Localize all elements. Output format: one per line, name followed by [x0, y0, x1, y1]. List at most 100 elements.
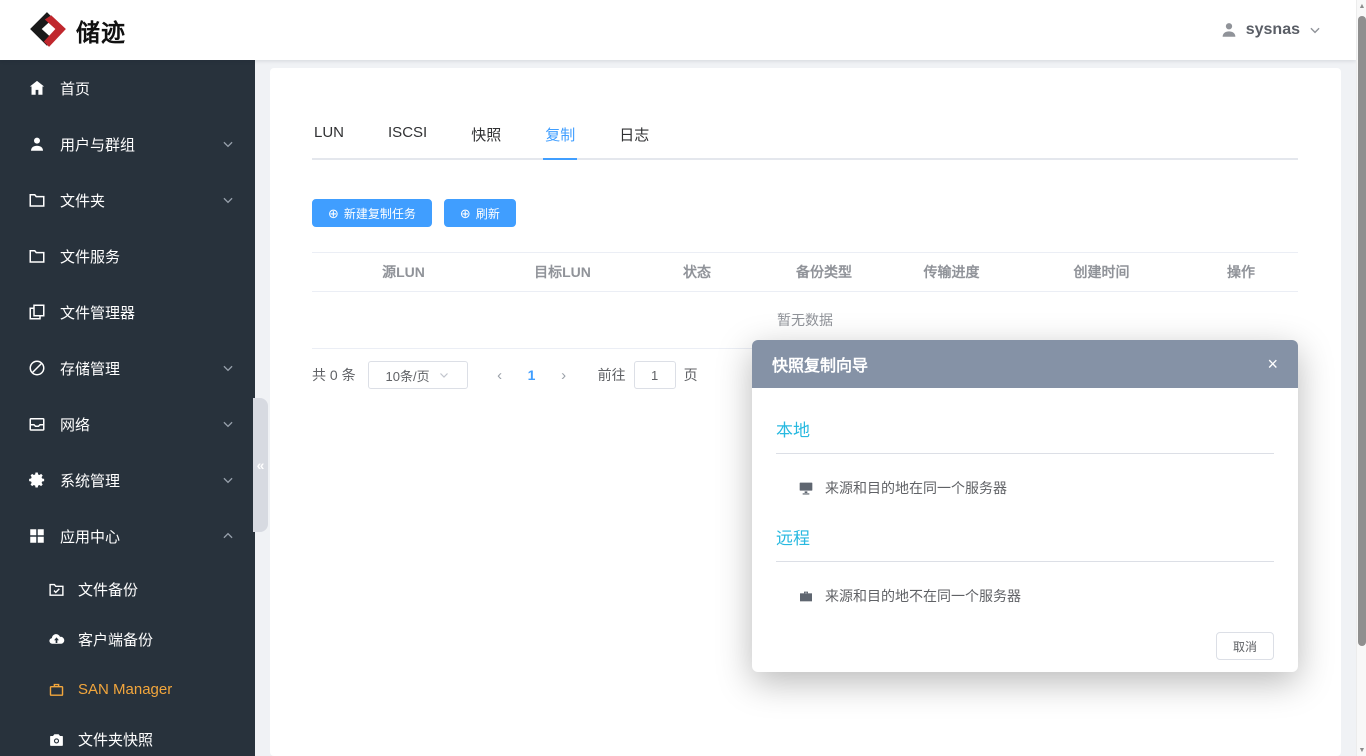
- local-option-label: 来源和目的地在同一个服务器: [825, 478, 1007, 498]
- tab-replication[interactable]: 复制: [543, 118, 577, 158]
- sidebar-subitem-label: 客户端备份: [78, 629, 153, 650]
- sidebar-item-file-service[interactable]: 文件服务: [0, 228, 255, 284]
- divider: [776, 453, 1274, 454]
- chevron-down-icon: [221, 473, 235, 487]
- chevron-down-icon: [221, 417, 235, 431]
- camera-icon: [48, 731, 65, 748]
- circle-plus-icon: ⊕: [328, 207, 339, 220]
- sidebar-subitem-label: 文件夹快照: [78, 729, 153, 750]
- local-section-heading: 本地: [776, 416, 1274, 441]
- create-button-label: 新建复制任务: [344, 205, 416, 222]
- brand: 储迹: [28, 10, 126, 50]
- pagination-total: 共 0 条: [312, 365, 356, 385]
- folder-icon: [28, 191, 46, 209]
- folder-check-icon: [48, 581, 65, 598]
- sidebar-subitem-san-manager[interactable]: SAN Manager: [0, 664, 255, 714]
- network-icon: [28, 415, 46, 433]
- remote-option-label: 来源和目的地不在同一个服务器: [825, 586, 1021, 606]
- column-header-backup-type: 备份类型: [764, 262, 884, 282]
- tab-lun[interactable]: LUN: [312, 118, 346, 158]
- home-icon: [28, 79, 46, 97]
- remote-option[interactable]: 来源和目的地不在同一个服务器: [798, 586, 1274, 606]
- sidebar-item-label: 网络: [60, 414, 221, 435]
- sidebar-item-storage[interactable]: 存储管理: [0, 340, 255, 396]
- chevron-down-icon: [221, 137, 235, 151]
- brand-logo-icon: [28, 10, 68, 50]
- divider: [776, 561, 1274, 562]
- close-icon[interactable]: ×: [1267, 355, 1278, 373]
- local-option[interactable]: 来源和目的地在同一个服务器: [798, 478, 1274, 498]
- sidebar-subitem-label: SAN Manager: [78, 681, 172, 698]
- sidebar-item-home[interactable]: 首页: [0, 60, 255, 116]
- sidebar-item-label: 应用中心: [60, 526, 221, 547]
- remote-briefcase-icon: [798, 588, 814, 604]
- sidebar-item-label: 文件服务: [60, 246, 235, 267]
- refresh-icon: ⊕: [460, 207, 471, 220]
- scrollbar-thumb[interactable]: [1358, 16, 1366, 646]
- user-avatar-icon: [1220, 21, 1238, 39]
- sidebar-item-file-manager[interactable]: 文件管理器: [0, 284, 255, 340]
- page-size-value: 10条/页: [386, 366, 430, 385]
- sidebar-subitem-label: 文件备份: [78, 579, 138, 600]
- sidebar-item-label: 文件夹: [60, 190, 221, 211]
- copy-icon: [28, 303, 46, 321]
- chevron-up-icon: [221, 529, 235, 543]
- brand-name: 储迹: [76, 13, 126, 48]
- gear-icon: [28, 471, 46, 489]
- column-header-transfer-progress: 传输进度: [884, 262, 1019, 282]
- pager-next-button[interactable]: ›: [548, 361, 580, 389]
- table-header-row: 源LUN 目标LUN 状态 备份类型 传输进度 创建时间 操作: [312, 252, 1298, 292]
- user-menu[interactable]: sysnas: [1220, 21, 1322, 39]
- browser-scrollbar[interactable]: ▲ ▼: [1356, 0, 1366, 756]
- column-header-actions: 操作: [1184, 262, 1298, 282]
- pager: ‹ 1 ›: [484, 361, 580, 389]
- sidebar-subitem-client-backup[interactable]: 客户端备份: [0, 614, 255, 664]
- snapshot-replication-wizard-dialog: 快照复制向导 × 本地 来源和目的地在同一个服务器 远程 来源和目的地不在同一个…: [752, 340, 1298, 672]
- tab-bar: LUN ISCSI 快照 复制 日志: [312, 118, 1298, 160]
- column-header-target-lun: 目标LUN: [495, 262, 630, 282]
- column-header-source-lun: 源LUN: [312, 262, 495, 282]
- sidebar-item-app-center[interactable]: 应用中心: [0, 508, 255, 564]
- pager-goto: 前往 页: [598, 361, 698, 389]
- select-chevron-down-icon: [438, 369, 450, 381]
- page-size-select[interactable]: 10条/页: [368, 361, 468, 389]
- column-header-created-time: 创建时间: [1019, 262, 1184, 282]
- briefcase-icon: [48, 681, 65, 698]
- dialog-title: 快照复制向导: [772, 352, 868, 376]
- pager-page-1[interactable]: 1: [516, 367, 548, 383]
- sidebar-item-network[interactable]: 网络: [0, 396, 255, 452]
- sidebar-item-users-groups[interactable]: 用户与群组: [0, 116, 255, 172]
- sidebar-subitem-file-backup[interactable]: 文件备份: [0, 564, 255, 614]
- chevron-down-icon: [221, 361, 235, 375]
- replication-table: 源LUN 目标LUN 状态 备份类型 传输进度 创建时间 操作 暂无数据: [312, 252, 1298, 349]
- pager-prev-button[interactable]: ‹: [484, 361, 516, 389]
- sidebar-item-system[interactable]: 系统管理: [0, 452, 255, 508]
- grid-icon: [28, 527, 46, 545]
- desktop-icon: [798, 480, 814, 496]
- sidebar-subitem-folder-snapshot[interactable]: 文件夹快照: [0, 714, 255, 756]
- local-section: 本地 来源和目的地在同一个服务器: [776, 416, 1274, 498]
- folder-icon: [28, 247, 46, 265]
- tab-snapshot[interactable]: 快照: [469, 118, 503, 158]
- scrollbar-up-arrow[interactable]: ▲: [1357, 0, 1366, 12]
- chevron-down-icon: [221, 193, 235, 207]
- cancel-button[interactable]: 取消: [1216, 632, 1274, 660]
- create-replication-task-button[interactable]: ⊕ 新建复制任务: [312, 199, 432, 227]
- dialog-footer: 取消: [752, 632, 1298, 672]
- sidebar-item-label: 首页: [60, 78, 235, 99]
- sidebar-item-folders[interactable]: 文件夹: [0, 172, 255, 228]
- refresh-button-label: 刷新: [476, 205, 500, 222]
- sidebar: 首页 用户与群组 文件夹 文件服务 文件管理器 存储: [0, 60, 255, 756]
- goto-page-input[interactable]: [634, 361, 676, 389]
- goto-label: 前往: [598, 365, 626, 385]
- sidebar-item-label: 系统管理: [60, 470, 221, 491]
- remote-section-heading: 远程: [776, 524, 1274, 549]
- remote-section: 远程 来源和目的地不在同一个服务器: [776, 524, 1274, 606]
- tab-log[interactable]: 日志: [617, 118, 651, 158]
- sidebar-collapse-handle[interactable]: «: [253, 398, 268, 532]
- refresh-button[interactable]: ⊕ 刷新: [444, 199, 516, 227]
- storage-icon: [28, 359, 46, 377]
- top-header: 储迹 sysnas: [0, 0, 1356, 60]
- scrollbar-down-arrow[interactable]: ▼: [1357, 744, 1366, 756]
- tab-iscsi[interactable]: ISCSI: [386, 118, 429, 158]
